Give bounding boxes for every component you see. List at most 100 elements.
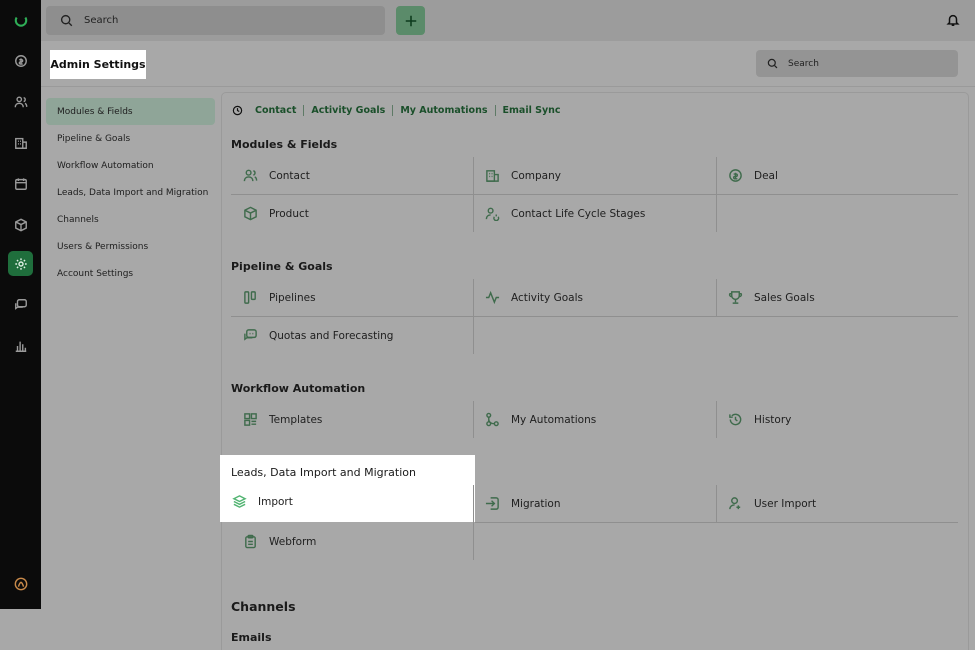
section-title-modules: Modules & Fields: [231, 138, 338, 151]
box-icon: [244, 206, 257, 221]
module-contact-label: Contact: [269, 169, 310, 182]
pipeline-quotas-forecasting[interactable]: Quotas and Forecasting: [231, 317, 473, 354]
deal-icon: [729, 169, 742, 182]
page-title: Admin Settings: [50, 50, 146, 79]
automation-icon: [486, 412, 499, 427]
divider: [473, 485, 474, 560]
settings-sidebar: Modules & Fields Pipeline & Goals Workfl…: [41, 88, 221, 650]
section-title-channels: Channels: [231, 599, 296, 614]
templates-icon: [244, 413, 257, 426]
calendar-icon[interactable]: [8, 171, 33, 196]
leads-webform[interactable]: Webform: [231, 523, 473, 560]
global-search-input[interactable]: Search: [46, 6, 385, 35]
company-icon[interactable]: [8, 130, 33, 155]
quicklink-activity-goals[interactable]: Activity Goals: [304, 104, 394, 116]
divider: [475, 522, 958, 523]
divider: [716, 157, 717, 232]
workflow-history-label: History: [754, 413, 792, 426]
sidebar-item-users-permissions[interactable]: Users & Permissions: [46, 233, 215, 260]
pipeline-quotas-label: Quotas and Forecasting: [269, 329, 394, 342]
plus-icon: [405, 15, 416, 26]
building-icon: [486, 170, 499, 182]
search-icon: [60, 14, 73, 27]
module-company[interactable]: Company: [473, 157, 716, 194]
history-icon: [729, 413, 742, 426]
leads-user-import-label: User Import: [754, 497, 817, 510]
chat-icon[interactable]: [8, 292, 33, 317]
module-contact[interactable]: Contact: [231, 157, 473, 194]
contacts-icon[interactable]: [8, 89, 33, 114]
divider: [473, 279, 474, 354]
recent-links-bar: Contact Activity Goals My Automations Em…: [232, 103, 568, 117]
pipeline-activity-goals[interactable]: Activity Goals: [473, 279, 716, 316]
pipeline-sales-goals-label: Sales Goals: [754, 291, 815, 304]
user-import-icon: [729, 497, 741, 510]
leads-webform-label: Webform: [269, 535, 317, 548]
reports-icon[interactable]: [8, 333, 33, 358]
leads-import-card-highlight: Leads, Data Import and Migration Import: [220, 455, 475, 522]
search-icon: [767, 58, 778, 69]
trophy-icon: [728, 291, 743, 304]
module-lifecycle-stages[interactable]: Contact Life Cycle Stages: [473, 195, 716, 232]
module-product-label: Product: [269, 207, 309, 220]
product-icon[interactable]: [8, 212, 33, 237]
settings-search-input[interactable]: Search: [756, 50, 958, 77]
deals-icon[interactable]: [8, 48, 33, 73]
quicklink-contact[interactable]: Contact: [255, 104, 305, 116]
workflow-history[interactable]: History: [716, 401, 958, 438]
contacts-icon: [243, 169, 258, 182]
sidebar-item-workflow-automation[interactable]: Workflow Automation: [46, 152, 215, 179]
pipeline-sales-goals[interactable]: Sales Goals: [716, 279, 958, 316]
clipboard-icon: [245, 534, 256, 549]
sidebar-item-account-settings[interactable]: Account Settings: [46, 260, 215, 287]
settings-icon[interactable]: [8, 251, 33, 276]
workflow-templates-label: Templates: [269, 413, 323, 426]
quicklink-email-sync[interactable]: Email Sync: [496, 105, 568, 116]
pipeline-activity-goals-label: Activity Goals: [511, 291, 583, 304]
workflow-templates[interactable]: Templates: [231, 401, 473, 438]
leads-migration[interactable]: Migration: [473, 485, 716, 522]
sidebar-item-modules-fields[interactable]: Modules & Fields: [46, 98, 215, 125]
add-button[interactable]: [396, 6, 425, 35]
history-clock-icon: [232, 105, 243, 115]
leads-import[interactable]: Import: [232, 494, 293, 509]
app-rail: [0, 0, 41, 609]
module-deal-label: Deal: [754, 169, 778, 182]
notifications-button[interactable]: [946, 12, 962, 28]
divider: [716, 279, 717, 316]
pipeline-pipelines[interactable]: Pipelines: [231, 279, 473, 316]
settings-search-placeholder: Search: [788, 58, 819, 69]
user-cycle-icon: [485, 207, 500, 221]
workflow-my-automations-label: My Automations: [511, 413, 597, 426]
section-title-workflow: Workflow Automation: [231, 382, 366, 395]
sidebar-item-channels[interactable]: Channels: [46, 206, 215, 233]
quicklink-my-automations[interactable]: My Automations: [393, 104, 496, 116]
rail-gap: [0, 609, 41, 650]
subsection-title-emails: Emails: [231, 631, 272, 644]
divider: [716, 485, 717, 522]
page-header: Admin Settings Search: [41, 41, 975, 87]
bell-icon: [946, 14, 960, 26]
sidebar-item-pipeline-goals[interactable]: Pipeline & Goals: [46, 125, 215, 152]
logo-icon[interactable]: [8, 8, 33, 33]
leads-user-import[interactable]: User Import: [716, 485, 958, 522]
migration-icon: [485, 497, 499, 510]
leads-migration-label: Migration: [511, 497, 561, 510]
workflow-my-automations[interactable]: My Automations: [473, 401, 716, 438]
module-deal[interactable]: Deal: [716, 157, 958, 194]
module-product[interactable]: Product: [231, 195, 473, 232]
activity-icon: [485, 290, 500, 305]
sidebar-item-leads-import[interactable]: Leads, Data Import and Migration: [46, 179, 215, 206]
module-lifecycle-label: Contact Life Cycle Stages: [511, 207, 646, 220]
user-avatar-icon[interactable]: [8, 571, 33, 596]
leads-import-label: Import: [258, 495, 293, 508]
kanban-icon: [244, 291, 256, 304]
divider: [716, 401, 717, 438]
pipeline-pipelines-label: Pipelines: [269, 291, 316, 304]
divider: [473, 157, 474, 232]
section-title-leads: Leads, Data Import and Migration: [231, 466, 416, 479]
module-company-label: Company: [511, 169, 561, 182]
global-search-placeholder: Search: [84, 15, 119, 26]
divider: [473, 401, 474, 438]
top-bar: Search: [41, 0, 975, 41]
